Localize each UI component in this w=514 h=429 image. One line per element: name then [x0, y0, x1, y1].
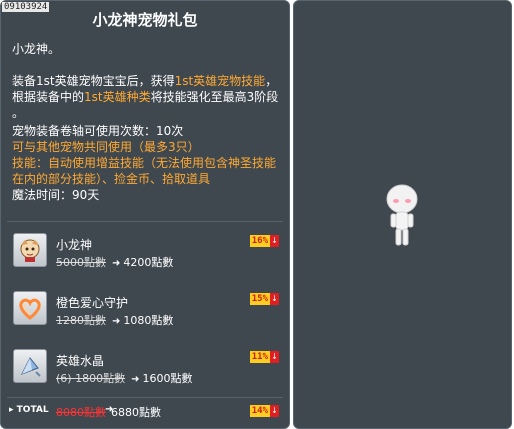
down-arrow-icon: ↓ — [270, 351, 279, 363]
skill-text: 技能：自动使用增益技能（无法使用包含神圣技能在内的部分技能）、捡金币、拾取道具 — [12, 156, 277, 186]
magic-time-text: 魔法时间：90天 — [12, 188, 100, 202]
down-arrow-icon: ↓ — [270, 405, 279, 417]
total-old-price: 8080點數 — [56, 406, 106, 419]
package-item-row[interactable]: 英雄水晶 (6) 1800點數 ➜ 1600點數 11% ↓ — [1, 349, 289, 393]
description-effect: 装备1st英雄宠物宝宝后，获得1st英雄宠物技能， 根据装备中的1st英雄种类将… — [12, 74, 279, 120]
divider — [7, 397, 283, 398]
total-label: ▸ TOTAL — [9, 405, 49, 415]
total-new-price: 6880點數 — [111, 406, 161, 419]
tooltip-title: 小龙神宠物礼包 — [92, 11, 198, 29]
discount-badge: 15% ↓ — [249, 293, 279, 305]
total-discount-badge: 14% ↓ — [249, 405, 279, 417]
item-price: 1280點數 ➜ 1080點數 — [56, 314, 174, 327]
character-preview-panel — [293, 0, 512, 429]
package-item-row[interactable]: 橙色爱心守护 1280點數 ➜ 1080點數 15% ↓ — [1, 291, 289, 335]
item-price: (6) 1800點數 ➜ 1600點數 — [56, 372, 193, 385]
heart-guard-icon — [13, 291, 47, 325]
total-row: ▸ TOTAL 8080點數 ➜ 6880點數 14% ↓ — [1, 403, 289, 421]
shared-use-text: 可与其他宠物共同使用（最多3只） — [12, 140, 200, 154]
crystal-icon — [13, 349, 47, 383]
item-name: 小龙神 — [56, 238, 93, 252]
character-preview-image — [384, 179, 420, 249]
down-arrow-icon: ↓ — [270, 293, 279, 305]
dragon-pet-icon — [13, 233, 47, 267]
description-name: 小龙神。 — [12, 42, 61, 56]
discount-badge: 16% ↓ — [249, 235, 279, 247]
item-name: 英雄水晶 — [56, 354, 105, 368]
item-name: 橙色爱心守护 — [56, 296, 129, 310]
discount-badge: 11% ↓ — [249, 351, 279, 363]
item-price: 5000點數 ➜ 4200點數 — [56, 256, 174, 269]
scroll-uses-text: 宠物装备卷轴可使用次数：10次 — [12, 124, 184, 138]
down-arrow-icon: ↓ — [270, 235, 279, 247]
package-item-row[interactable]: 小龙神 5000點數 ➜ 4200點數 16% ↓ — [1, 233, 289, 277]
item-tooltip-panel: 09103924 小龙神宠物礼包 小龙神。 装备1st英雄宠物宝宝后，获得1st… — [0, 0, 290, 429]
divider — [7, 221, 283, 222]
